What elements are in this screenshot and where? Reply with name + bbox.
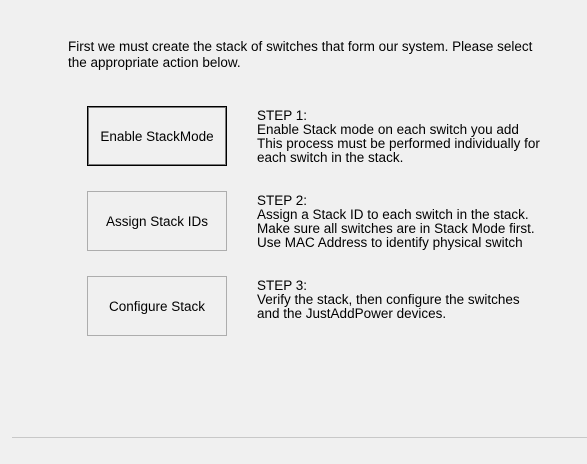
step-2-description: STEP 2: Assign a Stack ID to each switch… (257, 194, 577, 250)
step-3-heading: STEP 3: (257, 278, 308, 293)
step-1-line-1: Enable Stack mode on each switch you add (257, 122, 519, 137)
step-2-line-1: Assign a Stack ID to each switch in the … (257, 207, 529, 222)
assign-stack-ids-button[interactable]: Assign Stack IDs (87, 191, 227, 251)
intro-line-2: the appropriate action below. (68, 55, 241, 70)
step-1-line-2: This process must be performed individua… (257, 136, 540, 151)
step-1-heading: STEP 1: (257, 108, 308, 123)
step-2-heading: STEP 2: (257, 193, 308, 208)
enable-stackmode-button[interactable]: Enable StackMode (87, 106, 227, 166)
step-3-description: STEP 3: Verify the stack, then configure… (257, 279, 577, 321)
intro-text: First we must create the stack of switch… (68, 39, 568, 71)
step-1-line-3: each switch in the stack. (257, 150, 404, 165)
step-3-line-1: Verify the stack, then configure the swi… (257, 292, 520, 307)
step-2-line-3: Use MAC Address to identify physical swi… (257, 235, 523, 250)
step-1-description: STEP 1: Enable Stack mode on each switch… (257, 109, 577, 165)
step-2-line-2: Make sure all switches are in Stack Mode… (257, 221, 535, 236)
step-3-line-2: and the JustAddPower devices. (257, 306, 447, 321)
footer-bar (0, 438, 587, 464)
configure-stack-button[interactable]: Configure Stack (87, 276, 227, 336)
intro-line-1: First we must create the stack of switch… (68, 39, 533, 54)
stack-setup-window: First we must create the stack of switch… (0, 0, 587, 464)
